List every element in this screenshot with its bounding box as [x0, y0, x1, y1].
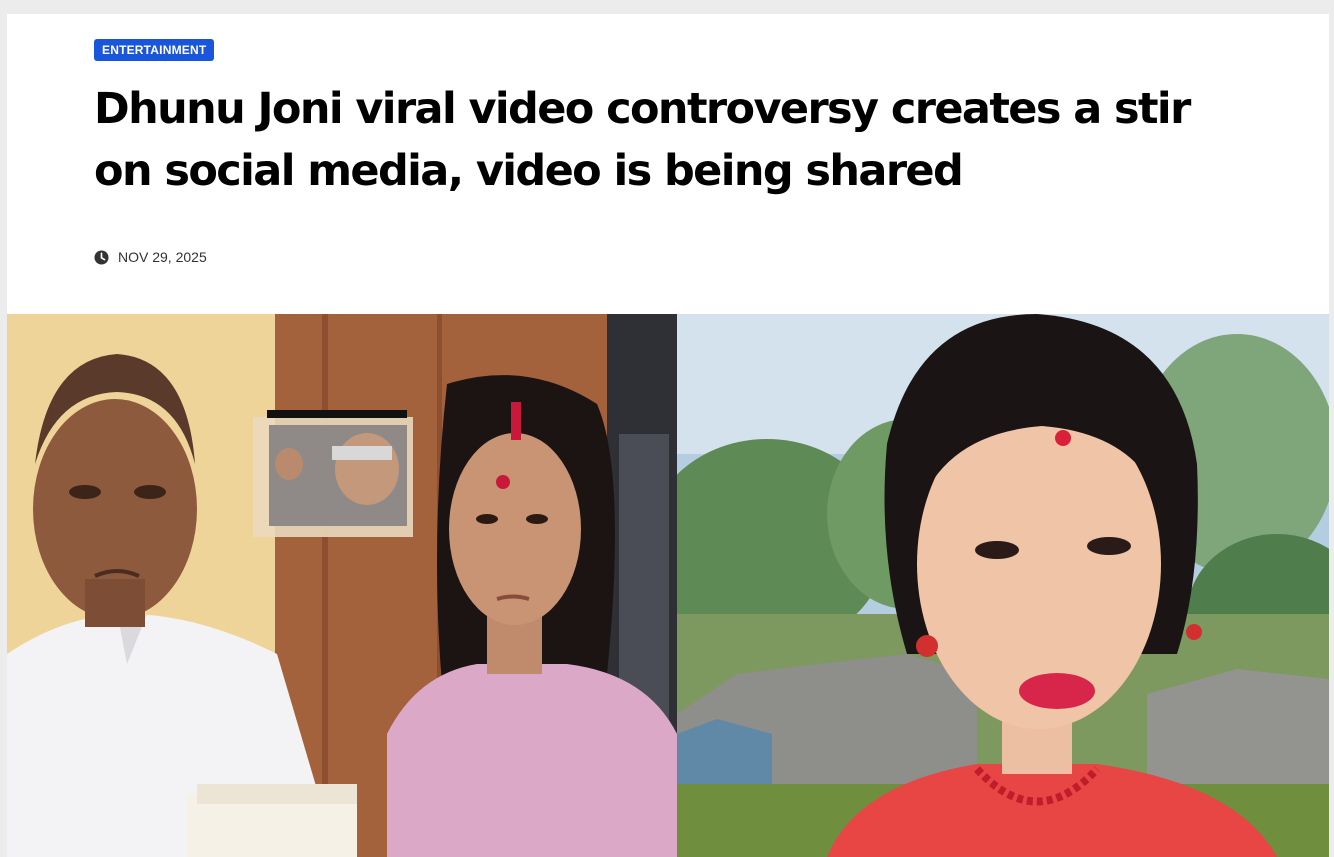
publish-date: NOV 29, 2025 — [118, 249, 207, 265]
category-badge[interactable]: ENTERTAINMENT — [94, 39, 215, 61]
featured-image-right-photo — [677, 314, 1329, 857]
article-card: ENTERTAINMENT Dhunu Joni viral video con… — [7, 14, 1329, 857]
article-meta: NOV 29, 2025 — [94, 249, 207, 265]
clock-icon — [94, 249, 109, 265]
featured-image — [7, 314, 1329, 857]
article-title: Dhunu Joni viral video controversy creat… — [94, 84, 1191, 196]
featured-image-left-photo — [7, 314, 677, 857]
